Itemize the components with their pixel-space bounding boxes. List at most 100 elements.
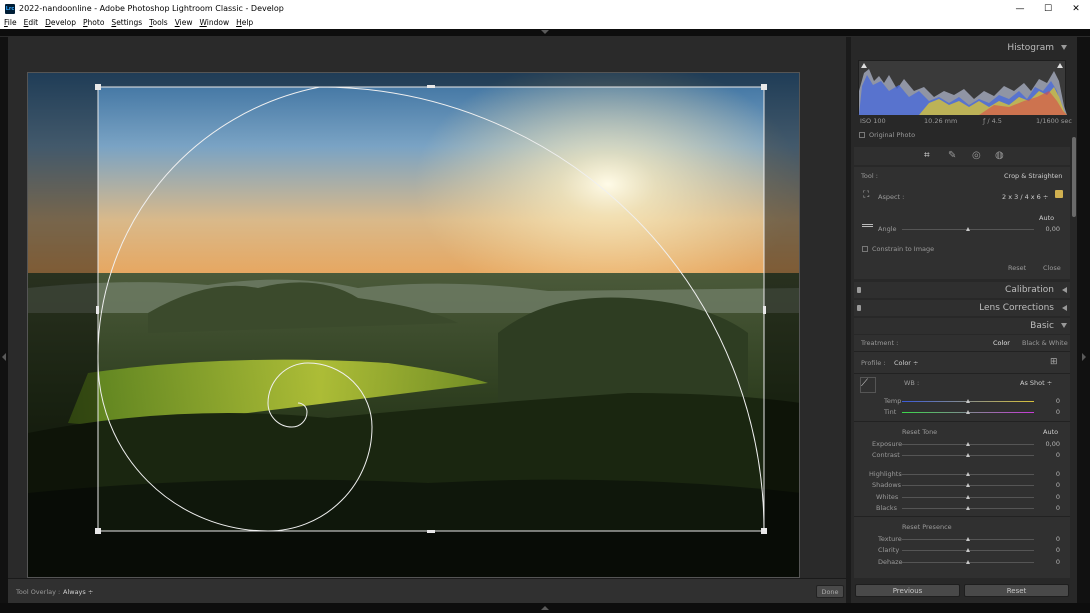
angle-slider-thumb[interactable] — [965, 227, 970, 231]
texture-value[interactable]: 0 — [1040, 535, 1060, 543]
temp-value[interactable]: 0 — [1040, 397, 1060, 405]
contrast-value[interactable]: 0 — [1040, 451, 1060, 459]
blacks-slider-thumb[interactable] — [965, 506, 970, 510]
menu-settings[interactable]: Settings — [107, 17, 145, 29]
reset-presence-button[interactable]: Reset Presence — [902, 523, 952, 531]
redeye-tool-icon[interactable]: ◎ — [972, 150, 981, 161]
tint-value[interactable]: 0 — [1040, 408, 1060, 416]
constrain-label: Constrain to Image — [872, 245, 935, 253]
treatment-black-white[interactable]: Black & White — [1022, 339, 1068, 347]
wb-eyedropper-icon[interactable]: ⟋ — [860, 377, 876, 393]
calibration-header[interactable]: Calibration — [854, 282, 1070, 298]
exposure-slider-thumb[interactable] — [965, 442, 970, 446]
menu-photo[interactable]: Photo — [79, 17, 107, 29]
angle-value[interactable]: 0,00 — [1040, 225, 1060, 233]
lens-corrections-header[interactable]: Lens Corrections — [854, 300, 1070, 316]
clarity-slider[interactable] — [902, 548, 1034, 552]
menu-edit[interactable]: Edit — [20, 17, 42, 29]
treatment-color[interactable]: Color — [993, 339, 1010, 347]
whites-slider-thumb[interactable] — [965, 495, 970, 499]
straighten-tool-icon[interactable] — [862, 224, 873, 227]
top-panel-toggle[interactable] — [0, 29, 1090, 37]
highlights-value[interactable]: 0 — [1040, 470, 1060, 478]
menu-view[interactable]: View — [171, 17, 196, 29]
lock-icon[interactable] — [1055, 190, 1063, 198]
contrast-slider-thumb[interactable] — [965, 453, 970, 457]
profile-browser-icon[interactable]: ⊞ — [1050, 357, 1058, 367]
shadows-value[interactable]: 0 — [1040, 481, 1060, 489]
menu-develop[interactable]: Develop — [41, 17, 79, 29]
masking-tool-icon[interactable]: ◍ — [995, 150, 1004, 161]
histogram-graph[interactable] — [858, 60, 1067, 115]
crop-close-button[interactable]: Close — [1043, 264, 1061, 272]
highlight-clipping-icon[interactable] — [1057, 63, 1063, 68]
shadows-slider[interactable] — [902, 483, 1034, 487]
profile-select[interactable]: Color ÷ — [894, 359, 918, 367]
original-photo-checkbox[interactable] — [859, 132, 865, 138]
crop-tool-icon[interactable]: ⌗ — [924, 150, 930, 161]
clarity-slider-thumb[interactable] — [965, 548, 970, 552]
angle-slider[interactable] — [902, 227, 1034, 231]
reset-button[interactable]: Reset — [964, 584, 1069, 597]
constrain-checkbox[interactable] — [862, 246, 868, 252]
dehaze-slider[interactable] — [902, 560, 1034, 564]
left-panel-toggle[interactable] — [0, 37, 8, 603]
collapse-right-icon — [1082, 353, 1086, 361]
angle-auto-button[interactable]: Auto — [1039, 214, 1054, 222]
exposure-value[interactable]: 0,00 — [1040, 440, 1060, 448]
minimize-button[interactable]: — — [1006, 0, 1034, 17]
previous-button[interactable]: Previous — [855, 584, 960, 597]
tint-label: Tint — [884, 408, 897, 416]
aspect-crop-icon[interactable]: ⛶ — [863, 190, 869, 200]
right-panel-toggle[interactable] — [1077, 37, 1090, 603]
texture-label: Texture — [878, 535, 902, 543]
blacks-value[interactable]: 0 — [1040, 504, 1060, 512]
tone-auto-button[interactable]: Auto — [1043, 428, 1058, 436]
photo-preview[interactable] — [27, 72, 800, 578]
lens-corrections-title: Lens Corrections — [979, 303, 1054, 313]
reset-tone-button[interactable]: Reset Tone — [902, 428, 937, 436]
menu-file[interactable]: File — [0, 17, 20, 29]
crop-tool-name: Crop & Straighten — [1004, 172, 1063, 180]
blacks-slider[interactable] — [902, 506, 1034, 510]
whites-slider[interactable] — [902, 495, 1034, 499]
temp-slider-thumb[interactable] — [965, 399, 970, 403]
heal-tool-icon[interactable]: ✎ — [948, 150, 956, 161]
crop-reset-button[interactable]: Reset — [1008, 264, 1026, 272]
tint-slider[interactable] — [902, 410, 1034, 414]
texture-slider[interactable] — [902, 537, 1034, 541]
contrast-slider[interactable] — [902, 453, 1034, 457]
exposure-slider[interactable] — [902, 442, 1034, 446]
texture-slider-thumb[interactable] — [965, 537, 970, 541]
shadow-clipping-icon[interactable] — [861, 63, 867, 68]
histogram-header[interactable]: Histogram — [854, 40, 1070, 56]
highlights-slider-thumb[interactable] — [965, 472, 970, 476]
whites-value[interactable]: 0 — [1040, 493, 1060, 501]
highlights-slider[interactable] — [902, 472, 1034, 476]
wb-select[interactable]: As Shot ÷ — [1020, 379, 1052, 387]
shadows-slider-thumb[interactable] — [965, 483, 970, 487]
menu-help[interactable]: Help — [232, 17, 256, 29]
menu-tools[interactable]: Tools — [145, 17, 170, 29]
maximize-button[interactable]: ☐ — [1034, 0, 1062, 17]
dehaze-slider-thumb[interactable] — [965, 560, 970, 564]
done-button[interactable]: Done — [816, 585, 844, 598]
dehaze-value[interactable]: 0 — [1040, 558, 1060, 566]
basic-header[interactable]: Basic — [854, 318, 1070, 334]
temp-slider[interactable] — [902, 399, 1034, 403]
tool-overlay-toolbar: Tool Overlay : Always ÷ Done — [8, 578, 846, 603]
tool-overlay-select[interactable]: Always ÷ — [63, 588, 93, 596]
tint-slider-thumb[interactable] — [965, 410, 970, 414]
clarity-value[interactable]: 0 — [1040, 546, 1060, 554]
lens-toggle-icon[interactable] — [857, 305, 861, 311]
menu-bar: File Edit Develop Photo Settings Tools V… — [0, 17, 1090, 29]
calibration-title: Calibration — [1005, 285, 1054, 295]
menu-window[interactable]: Window — [196, 17, 233, 29]
dehaze-label: Dehaze — [878, 558, 903, 566]
calibration-toggle-icon[interactable] — [857, 287, 861, 293]
bottom-panel-toggle[interactable] — [0, 603, 1090, 613]
close-button[interactable]: ✕ — [1062, 0, 1090, 17]
panel-scrollbar[interactable] — [1072, 137, 1076, 217]
aspect-select[interactable]: 2 x 3 / 4 x 6 ÷ — [1002, 193, 1048, 201]
iso-info: ISO 100 — [860, 117, 886, 125]
